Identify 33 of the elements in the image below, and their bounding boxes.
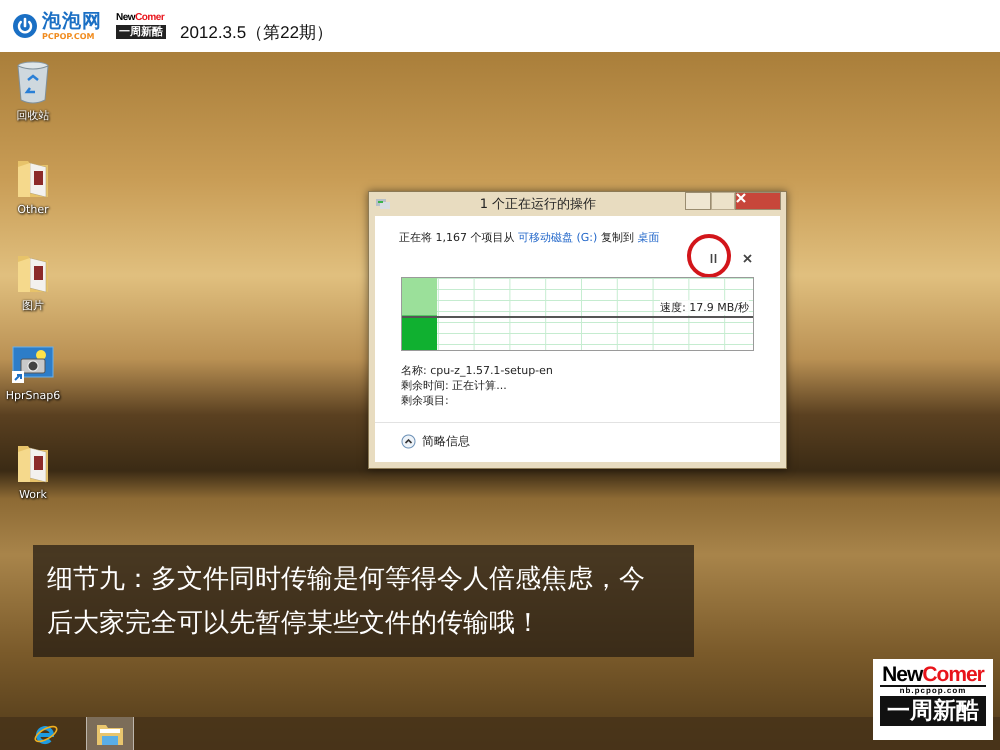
site-logo-name: 泡泡网 [42, 12, 102, 30]
camera-app-icon[interactable] [11, 345, 55, 385]
destination-link[interactable]: 桌面 [637, 231, 660, 244]
copy-window-icon [375, 198, 391, 210]
close-icon [736, 193, 746, 203]
minimize-button[interactable] [685, 192, 711, 210]
pause-icon [710, 254, 717, 262]
detail-line: 剩余时间: 正在计算... [401, 378, 508, 393]
window-title: 1 个正在运行的操作 [478, 196, 598, 213]
power-logo-icon [12, 13, 38, 39]
issue-date: 2012.3.5（第22期） [180, 22, 334, 44]
desktop-icon-label[interactable]: HprSnap6 [6, 389, 60, 402]
recycle-bin-icon[interactable] [16, 60, 50, 104]
source-link[interactable]: 可移动磁盘 (G:) [518, 231, 598, 244]
collapse-icon [401, 434, 416, 449]
logo-title: NewComer [881, 664, 986, 685]
caption-text: 细节九：多文件同时传输是何等得令人倍感焦虑，今后大家完全可以先暂停某些文件的传输哦！ [33, 545, 694, 657]
desktop-icon-label[interactable]: Work [19, 488, 47, 501]
site-domain: PCPOP.COM [42, 32, 96, 40]
pause-button[interactable] [708, 252, 719, 264]
logo-subtitle: 一周新酷 [880, 696, 986, 726]
cancel-button[interactable] [741, 252, 754, 264]
copy-summary: 正在将 1,167 个项目从 可移动磁盘 (G:) 复制到 桌面 [398, 230, 660, 245]
desktop-icon-label[interactable]: 回收站 [16, 108, 50, 123]
close-icon [743, 254, 752, 262]
speed-reading: 速度: 17.9 MB/秒 [660, 300, 749, 315]
column-subtitle: 一周新酷 [116, 24, 166, 40]
column-name: NewComer [116, 12, 164, 23]
detail-line: 剩余项目: [401, 393, 450, 408]
taskbar-button[interactable] [86, 717, 134, 750]
fewer-details-toggle[interactable]: 简略信息 [401, 433, 470, 450]
detail-line: 名称: cpu-z_1.57.1-setup-en [401, 363, 554, 378]
close-button[interactable] [735, 192, 781, 210]
